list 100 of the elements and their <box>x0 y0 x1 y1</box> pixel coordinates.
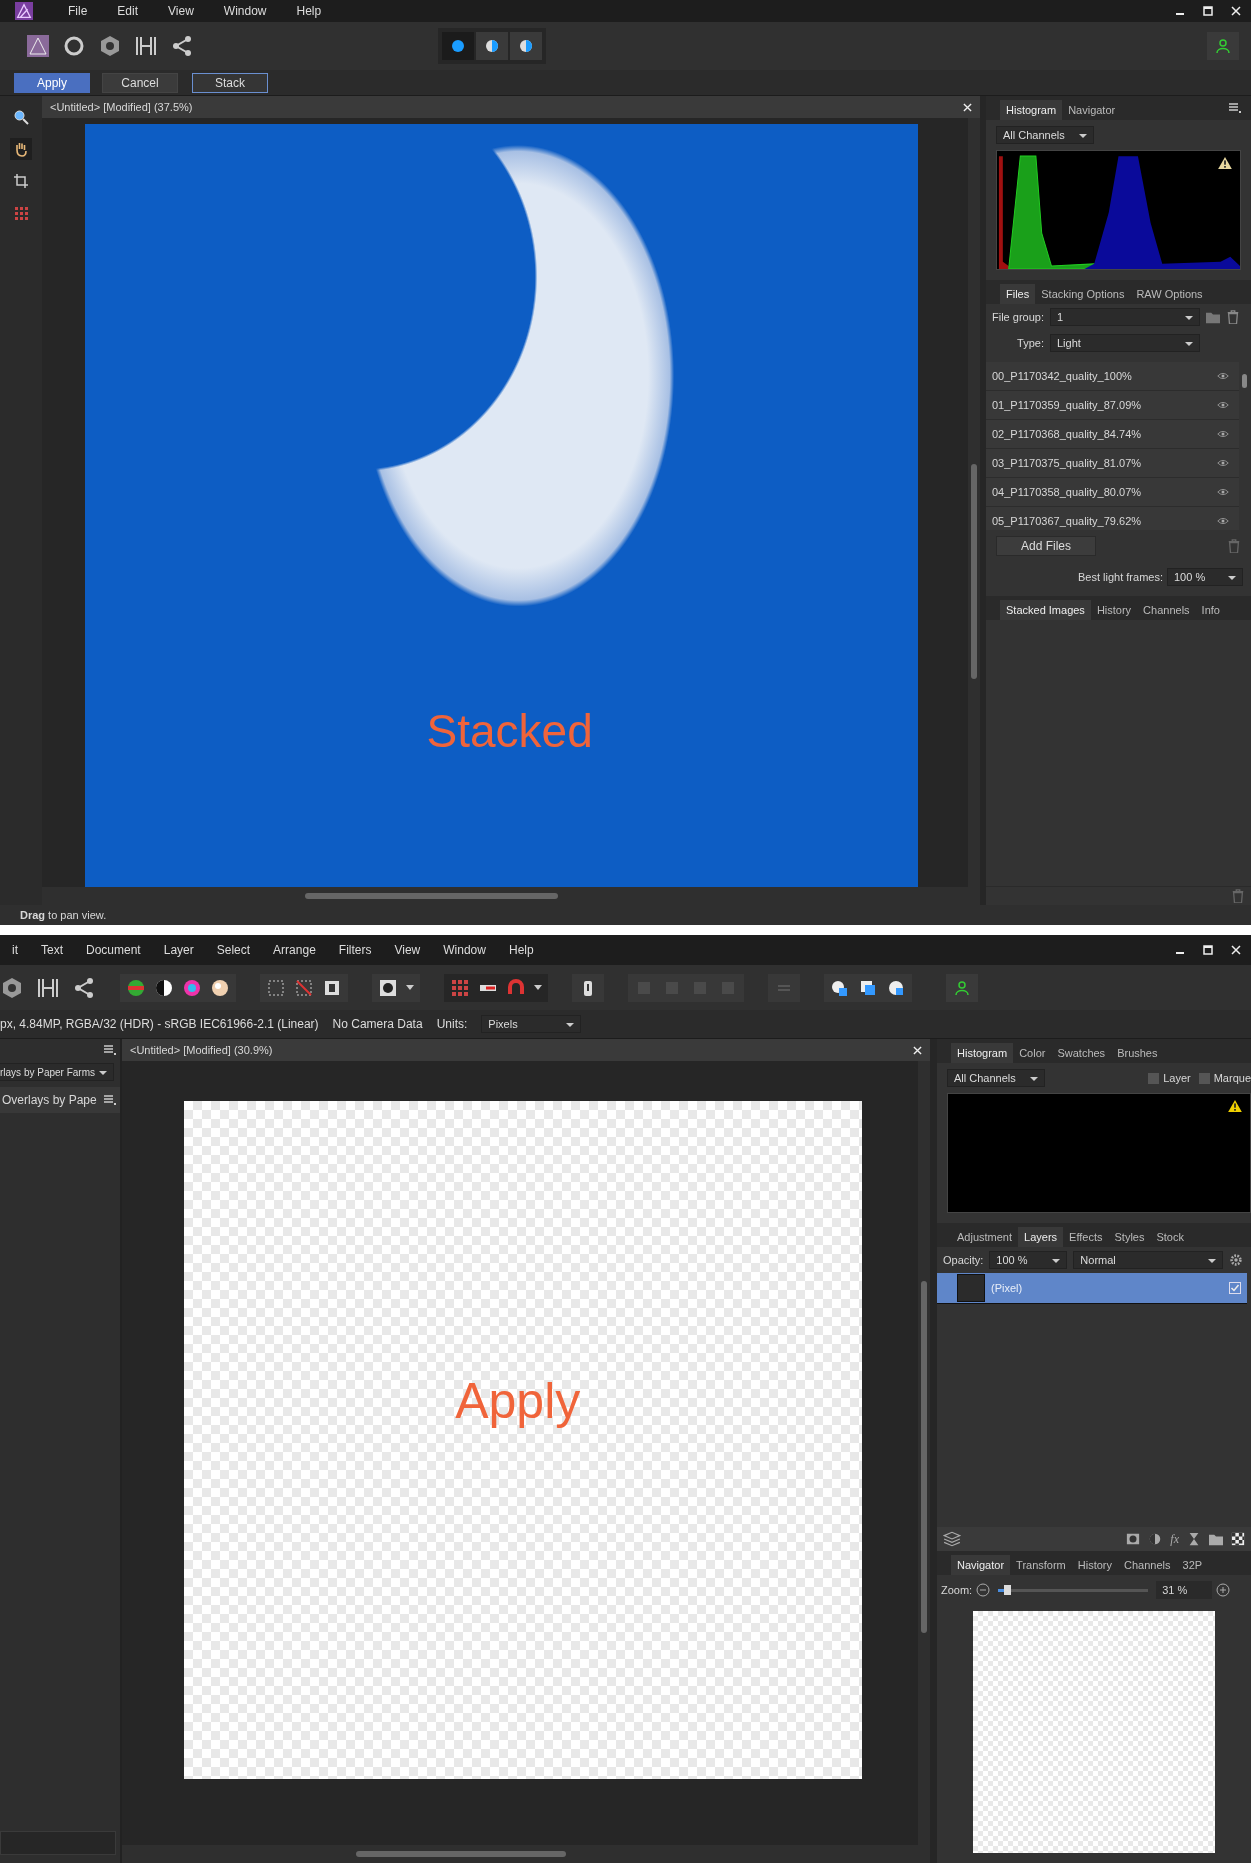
eye-icon[interactable] <box>1217 488 1229 496</box>
menu-item[interactable]: Filters <box>326 943 383 957</box>
menu-item[interactable]: Help <box>496 943 545 957</box>
share-icon[interactable] <box>170 34 194 58</box>
app-logo-icon[interactable] <box>26 34 50 58</box>
panel-tab[interactable]: Channels <box>1118 1555 1177 1575</box>
maximize-icon[interactable] <box>1203 945 1213 955</box>
option-checkbox[interactable] <box>1148 1072 1160 1084</box>
vertical-scrollbar[interactable] <box>918 1061 930 1845</box>
checkbox-label[interactable]: Marque <box>1213 1072 1251 1084</box>
close-icon[interactable] <box>963 102 972 112</box>
panel-menu-icon[interactable] <box>1229 103 1241 113</box>
panel-tab[interactable]: History <box>1071 1555 1119 1575</box>
close-icon[interactable] <box>1231 945 1241 955</box>
eye-icon[interactable] <box>1217 430 1229 438</box>
folder-icon[interactable] <box>1209 1532 1223 1546</box>
mask-icon[interactable] <box>1126 1532 1141 1546</box>
document-tab-title[interactable]: <Untitled> [Modified] (30.9%) <box>130 1044 273 1056</box>
effects-button[interactable]: fx <box>1170 1531 1179 1547</box>
view-mode-button[interactable] <box>441 32 474 60</box>
panel-tab[interactable]: Swatches <box>1051 1043 1112 1063</box>
panel-tab[interactable]: Histogram <box>1000 100 1063 120</box>
file-list-item[interactable]: 03_P1170375_quality_81.07% <box>986 449 1239 478</box>
menu-item[interactable]: View <box>156 4 212 18</box>
vertical-scrollbar[interactable] <box>968 118 980 887</box>
zoom-out-icon[interactable] <box>976 1583 991 1597</box>
trash-icon[interactable] <box>1226 310 1240 324</box>
menu-item[interactable]: View <box>382 943 432 957</box>
checker-icon[interactable] <box>1231 1532 1245 1546</box>
panel-tab[interactable]: Navigator <box>1062 100 1122 120</box>
close-icon[interactable] <box>1231 6 1241 16</box>
file-group-dropdown[interactable]: 1 <box>1050 308 1200 326</box>
panel-tab[interactable]: Stacked Images <box>1000 600 1091 620</box>
checkbox-label[interactable]: Layer <box>1163 1072 1191 1084</box>
type-dropdown[interactable]: Light <box>1050 334 1200 352</box>
mask-icon[interactable] <box>378 977 398 998</box>
adjustment-icon[interactable] <box>1148 1532 1163 1546</box>
panel-tab[interactable]: Histogram <box>951 1043 1014 1063</box>
panel-tab[interactable]: 32P <box>1176 1555 1209 1575</box>
share-icon[interactable] <box>72 975 96 1000</box>
document-tab-title[interactable]: <Untitled> [Modified] (37.5%) <box>50 101 193 113</box>
panel-tab[interactable]: RAW Options <box>1130 284 1209 304</box>
zoom-slider[interactable] <box>998 1588 1149 1592</box>
menu-item[interactable]: it <box>0 943 29 957</box>
option-checkbox[interactable] <box>1198 1072 1210 1084</box>
panel-tab[interactable]: Transform <box>1010 1555 1072 1575</box>
menu-item[interactable]: Text <box>29 943 74 957</box>
panel-tab[interactable]: Channels <box>1137 600 1196 620</box>
file-list-item[interactable]: 00_P1170342_quality_100% <box>986 362 1239 391</box>
cross-marquee-icon[interactable] <box>294 977 314 998</box>
zoom-field[interactable]: 31 % <box>1156 1581 1213 1599</box>
menu-item[interactable]: File <box>56 4 106 18</box>
color-stripes-icon[interactable] <box>126 977 146 998</box>
menu-item[interactable]: Layer <box>151 943 205 957</box>
eye-icon[interactable] <box>1217 517 1229 525</box>
user-icon[interactable] <box>1206 32 1239 60</box>
panel-tab[interactable]: Styles <box>1108 1227 1151 1247</box>
menu-item[interactable]: Arrange <box>261 943 327 957</box>
blend-mode-dropdown[interactable]: Normal <box>1073 1251 1224 1269</box>
panel-tab[interactable]: Stock <box>1150 1227 1190 1247</box>
menu-item[interactable]: Edit <box>105 4 157 18</box>
panel-tab[interactable]: Effects <box>1063 1227 1109 1247</box>
menu-item[interactable]: Window <box>211 4 285 18</box>
best-frames-dropdown[interactable]: 100 % <box>1167 568 1243 586</box>
settings-icon[interactable] <box>1229 1253 1244 1267</box>
caret-icon[interactable] <box>534 985 542 990</box>
bars-icon[interactable] <box>134 34 158 58</box>
panel-tab[interactable]: Info <box>1195 600 1226 620</box>
panel-tab[interactable]: Adjustment <box>951 1227 1019 1247</box>
user-icon[interactable] <box>946 973 978 1002</box>
hexagon-icon[interactable] <box>98 34 122 58</box>
folder-icon[interactable] <box>1206 310 1220 324</box>
panel-tab[interactable]: Color <box>1013 1043 1052 1063</box>
grid-icon[interactable] <box>450 977 470 998</box>
marquee-icon[interactable] <box>266 977 286 998</box>
maximize-icon[interactable] <box>1203 6 1213 16</box>
horizontal-scrollbar[interactable] <box>42 887 980 905</box>
hourglass-icon[interactable] <box>1187 1532 1201 1546</box>
opacity-dropdown[interactable]: 100 % <box>989 1251 1068 1269</box>
panel-tab[interactable]: Brushes <box>1111 1043 1164 1063</box>
layers-icon[interactable] <box>943 1530 961 1548</box>
menu-item[interactable]: Help <box>284 4 340 18</box>
panel-tab[interactable]: Layers <box>1018 1227 1064 1247</box>
menu-item[interactable]: Window <box>431 943 497 957</box>
contrast-icon[interactable] <box>154 977 174 998</box>
file-list-item[interactable]: 01_P1170359_quality_87.09% <box>986 391 1239 420</box>
panel-tab[interactable]: Navigator <box>951 1555 1011 1575</box>
eye-icon[interactable] <box>1217 401 1229 409</box>
panel-tab[interactable]: Stacking Options <box>1035 284 1131 304</box>
units-dropdown[interactable]: Pixels <box>481 1015 582 1033</box>
eye-icon[interactable] <box>1217 372 1229 380</box>
category-dropdown[interactable]: rlays by Paper Farms <box>0 1063 114 1081</box>
context-button[interactable]: Stack <box>192 72 268 93</box>
close-icon[interactable] <box>913 1045 922 1055</box>
menu-item[interactable]: Select <box>204 943 262 957</box>
file-list-item[interactable]: 02_P1170368_quality_84.74% <box>986 420 1239 449</box>
horizontal-scrollbar[interactable] <box>122 1845 930 1863</box>
panel-menu-icon[interactable] <box>104 1045 116 1055</box>
file-list-item[interactable]: 04_P1170358_quality_80.07% <box>986 478 1239 507</box>
panel-tab[interactable]: Files <box>1000 284 1036 304</box>
